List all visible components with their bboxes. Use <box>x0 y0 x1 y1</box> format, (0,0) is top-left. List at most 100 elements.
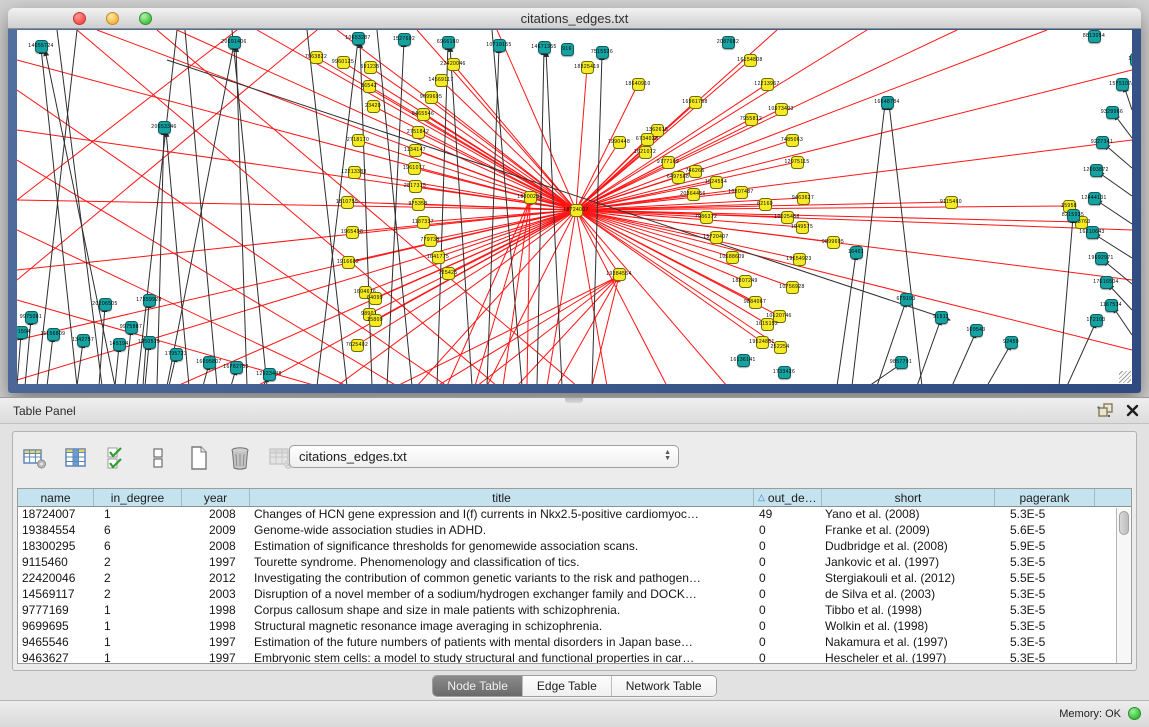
network-node[interactable]: 6966160 <box>442 36 455 49</box>
network-node[interactable]: 12923448 <box>263 368 276 381</box>
network-node[interactable]: 14569117 <box>435 74 448 87</box>
network-node[interactable]: 18325419 <box>581 61 594 74</box>
tab-network-table[interactable]: Network Table <box>612 676 716 696</box>
network-canvas[interactable]: 1872400718300295193845541832541918640910… <box>17 30 1132 384</box>
network-node[interactable]: 9699695 <box>425 91 438 104</box>
network-node[interactable]: 725425 <box>442 267 455 280</box>
network-node[interactable]: 1615152 <box>761 318 774 331</box>
network-node[interactable]: 1733426 <box>778 366 791 379</box>
network-node[interactable]: 1990448 <box>613 136 626 149</box>
resize-grip[interactable] <box>1119 371 1131 383</box>
network-node[interactable]: 1250515 <box>143 336 156 349</box>
network-node[interactable]: 20691406 <box>228 36 241 49</box>
network-node[interactable]: 1621072 <box>639 146 652 159</box>
network-node[interactable]: 10973493 <box>775 103 788 116</box>
network-node[interactable]: 591235 <box>364 61 377 74</box>
column-header-pagerank[interactable]: pagerank <box>995 489 1095 506</box>
network-node[interactable]: 9115460 <box>945 196 958 209</box>
network-node[interactable]: 7986372 <box>700 211 713 224</box>
network-node[interactable]: 391594 <box>17 326 28 339</box>
network-node[interactable]: 16210643 <box>1086 226 1099 239</box>
network-node[interactable]: 9975887 <box>125 321 138 334</box>
network-node[interactable]: 23420 <box>367 100 380 113</box>
splitter-handle[interactable] <box>565 398 583 403</box>
network-node[interactable]: 6734023 <box>641 133 654 146</box>
network-node[interactable]: 8215935 <box>1067 209 1080 222</box>
table-row[interactable]: 946554611997Estimation of the future num… <box>18 635 1131 651</box>
network-node[interactable]: 9857791 <box>895 356 908 369</box>
network-node[interactable]: 17359928 <box>143 294 156 307</box>
column-header-title[interactable]: title <box>250 489 754 506</box>
network-node[interactable]: 109543 <box>970 324 983 337</box>
table-row[interactable]: 977716911998Corpus callosum shape and si… <box>18 603 1131 619</box>
network-node[interactable]: 12093872 <box>1090 164 1103 177</box>
network-node[interactable]: 18300295 <box>524 191 537 204</box>
table-row[interactable]: 2242004622012Investigating the contribut… <box>18 571 1131 587</box>
network-node[interactable]: 9227341 <box>1096 136 1109 149</box>
network-node[interactable]: 10688609 <box>726 251 739 264</box>
network-node[interactable]: 16782753 <box>230 361 243 374</box>
network-node[interactable]: 1961077 <box>408 162 421 175</box>
close-panel-icon[interactable] <box>1126 404 1139 417</box>
network-node[interactable]: 975358 <box>412 198 425 211</box>
table-selector-dropdown[interactable]: citations_edges.txt ▲▼ <box>289 445 679 468</box>
network-node[interactable]: 15751074 <box>1116 78 1129 91</box>
table-row[interactable]: 1456911722003Disruption of a novel membe… <box>18 587 1131 603</box>
network-node[interactable]: 679193 <box>900 293 913 306</box>
network-node[interactable]: 20364456 <box>687 188 700 201</box>
vertical-scrollbar[interactable] <box>1116 508 1131 663</box>
column-header-name[interactable]: name <box>18 489 94 506</box>
network-node[interactable]: 916 <box>561 43 574 56</box>
network-node[interactable]: 9465546 <box>417 108 430 121</box>
network-node[interactable]: 8813054 <box>1088 30 1101 43</box>
network-node[interactable]: 252254 <box>774 341 787 354</box>
table-row[interactable]: 1938455462009Genome-wide association stu… <box>18 523 1131 539</box>
network-node[interactable]: 9899695 <box>827 236 840 249</box>
network-node[interactable]: 10756928 <box>786 281 799 294</box>
network-node[interactable]: 91511 <box>935 311 948 324</box>
table-row[interactable]: 1830029562008Estimation of significance … <box>18 539 1131 555</box>
network-node[interactable]: 1527602 <box>398 33 411 46</box>
network-node[interactable]: 19654923 <box>793 253 806 266</box>
tab-node-table[interactable]: Node Table <box>433 676 523 696</box>
network-node[interactable]: 7625402 <box>351 339 364 352</box>
network-node[interactable]: 10807487 <box>735 186 748 199</box>
network-node[interactable]: 64099 <box>369 292 382 305</box>
network-node[interactable]: 7963822 <box>310 51 323 64</box>
network-node[interactable]: 22420046 <box>447 58 460 71</box>
network-node[interactable]: 9884067 <box>749 296 762 309</box>
network-node[interactable]: 16136141 <box>737 354 750 367</box>
select-columns-icon[interactable] <box>103 444 131 472</box>
network-node[interactable]: 16401 <box>850 246 863 259</box>
network-node[interactable]: 12444131 <box>1088 192 1101 205</box>
table-row[interactable]: 946362711997Embryonic stem cells: a mode… <box>18 651 1131 664</box>
network-node[interactable]: 1965498 <box>346 226 359 239</box>
column-header-short[interactable]: short <box>822 489 995 506</box>
network-node[interactable]: 746266 <box>689 165 702 178</box>
network-node[interactable]: 62160 <box>759 198 772 211</box>
network-node[interactable]: 92450 <box>1005 336 1018 349</box>
network-node[interactable]: 16542 <box>363 80 376 93</box>
network-node[interactable]: 16648784 <box>881 96 894 109</box>
network-node[interactable]: 20053346 <box>158 121 171 134</box>
network-node[interactable]: 172103 <box>1090 314 1103 327</box>
window-titlebar[interactable]: citations_edges.txt <box>8 8 1141 29</box>
network-node[interactable]: 10120746 <box>773 310 786 323</box>
delete-table-icon[interactable] <box>226 444 254 472</box>
table-options-icon[interactable] <box>21 444 49 472</box>
float-panel-icon[interactable] <box>1096 402 1114 418</box>
column-header-out-de-[interactable]: △out_de… <box>754 489 822 506</box>
network-node[interactable]: 1342757 <box>77 334 90 347</box>
network-node[interactable]: 9975061 <box>25 311 38 324</box>
network-node[interactable]: 9777169 <box>662 156 675 169</box>
scrollbar-thumb[interactable] <box>1119 511 1129 535</box>
network-node[interactable]: 14671355 <box>538 41 551 54</box>
table-row[interactable]: 911546021997Tourette syndrome. Phenomeno… <box>18 555 1131 571</box>
network-node[interactable]: 1916682 <box>342 256 355 269</box>
network-node[interactable]: 2718170 <box>352 134 365 147</box>
network-node[interactable]: 9329966 <box>1106 106 1119 119</box>
row-height-icon[interactable] <box>144 444 172 472</box>
network-node[interactable]: 16961758 <box>689 96 702 109</box>
tab-edge-table[interactable]: Edge Table <box>523 676 612 696</box>
network-node[interactable]: 18724007 <box>570 204 583 217</box>
